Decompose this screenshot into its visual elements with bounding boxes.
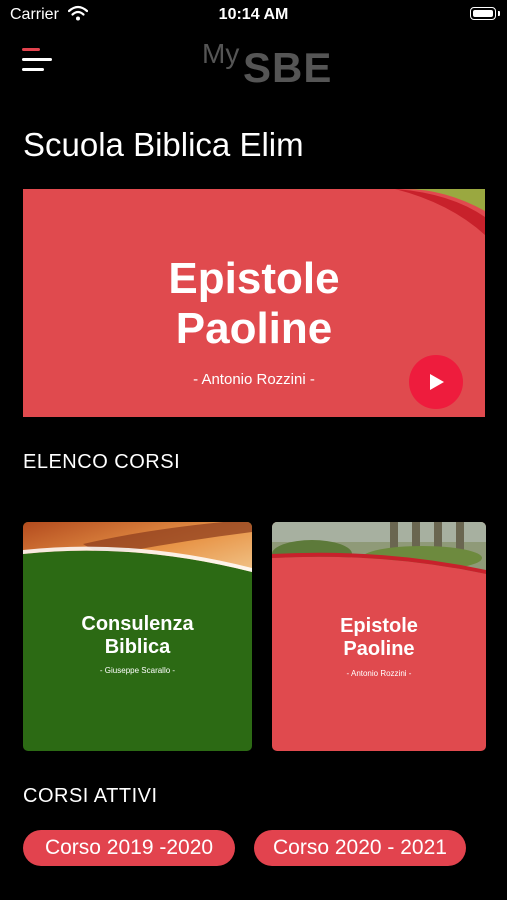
play-icon: [430, 374, 444, 390]
menu-icon-line: [22, 58, 52, 61]
course-title-line: Epistole: [340, 615, 418, 637]
active-course-chip[interactable]: Corso 2019 -2020: [23, 830, 235, 866]
menu-icon-line: [22, 48, 40, 51]
course-title-line: Paoline: [343, 638, 415, 660]
featured-course-banner[interactable]: Epistole Paoline - Antonio Rozzini -: [23, 189, 485, 417]
course-title-line: Biblica: [104, 636, 171, 658]
course-author: - Giuseppe Scarallo -: [99, 666, 176, 675]
status-bar: Carrier 10:14 AM: [0, 0, 507, 30]
banner-title-line: Epistole: [168, 254, 340, 303]
course-author: - Antonio Rozzini -: [346, 669, 412, 678]
play-button[interactable]: [409, 355, 463, 409]
card-art: [23, 522, 252, 592]
page-title: Scuola Biblica Elim: [23, 126, 304, 163]
course-card[interactable]: Consulenza Biblica - Giuseppe Scarallo -: [23, 522, 252, 751]
banner-title-line: Paoline: [175, 304, 333, 353]
active-course-chip[interactable]: Corso 2020 - 2021: [254, 830, 466, 866]
banner-title: Epistole Paoline: [23, 254, 485, 354]
logo-my: My: [202, 38, 240, 69]
course-title: Consulenza Biblica: [23, 613, 252, 659]
menu-button[interactable]: [22, 48, 54, 74]
section-label-courses: ELENCO CORSI: [23, 451, 181, 473]
menu-icon-line: [22, 68, 44, 71]
banner-corner-art: [395, 189, 485, 235]
status-time: 10:14 AM: [218, 6, 289, 23]
card-art: [272, 522, 486, 592]
course-title: Epistole Paoline: [272, 615, 486, 661]
course-card[interactable]: Epistole Paoline - Antonio Rozzini -: [272, 522, 486, 751]
course-title-line: Consulenza: [81, 613, 194, 635]
logo-sbe: SBE: [243, 44, 333, 91]
battery-icon: [470, 7, 500, 20]
section-label-active-courses: CORSI ATTIVI: [23, 785, 158, 807]
